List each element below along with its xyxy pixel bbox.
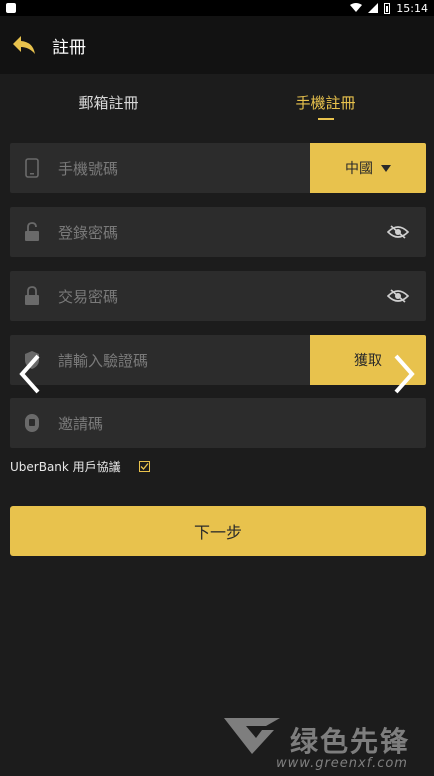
battery-icon [384,2,391,14]
agreement-checkbox[interactable] [138,461,150,472]
back-arrow-icon[interactable] [10,33,38,57]
eye-slash-icon[interactable] [386,286,410,306]
caret-down-icon [381,164,391,172]
app-bar: 註冊 [0,16,434,74]
lock-icon [22,285,42,307]
notification-icon [6,3,16,13]
agreement-row: UberBank 用戶協議 [10,458,150,475]
phone-placeholder: 手機號碼 [58,159,119,178]
phone-icon [22,157,42,179]
status-time: 15:14 [396,1,428,15]
eye-slash-icon[interactable] [386,222,410,242]
invite-icon [22,412,42,434]
status-bar: 15:14 [0,0,434,16]
tab-email-label: 郵箱註冊 [78,93,139,112]
trade-password-placeholder: 交易密碼 [58,287,119,306]
previous-arrow-icon[interactable] [14,352,46,396]
phone-field[interactable]: 手機號碼 中國 [10,143,426,193]
next-arrow-icon[interactable] [388,352,420,396]
check-icon [140,463,149,470]
watermark-brand: 绿色先锋 [290,725,411,758]
login-password-placeholder: 登錄密碼 [58,223,119,242]
login-password-field[interactable]: 登錄密碼 [10,207,426,257]
verification-code-placeholder: 請輸入驗證碼 [58,351,149,370]
unlock-icon [22,221,42,243]
invite-code-field[interactable]: 邀請碼 [10,398,426,448]
watermark-url: www.greenxf.com [276,756,408,771]
verification-code-field[interactable]: 請輸入驗證碼 獲取 [10,335,426,385]
invite-code-placeholder: 邀請碼 [58,414,104,433]
tab-phone-register[interactable]: 手機註冊 [217,74,434,130]
back-arrow-shape [13,36,35,54]
status-left [6,3,16,13]
active-tab-indicator [317,118,334,120]
get-code-label: 獲取 [354,353,382,369]
next-step-button[interactable]: 下一步 [10,506,426,556]
signal-icon [368,3,379,13]
country-label: 中國 [345,161,373,177]
page-title: 註冊 [52,37,86,58]
tab-bar: 郵箱註冊 手機註冊 [0,74,434,130]
trade-password-field[interactable]: 交易密碼 [10,271,426,321]
tab-email-register[interactable]: 郵箱註冊 [0,74,217,130]
tab-phone-label: 手機註冊 [295,93,356,112]
wifi-icon [350,3,363,12]
watermark: 绿色先锋 www.greenxf.com [218,714,430,776]
agreement-link[interactable]: UberBank 用戶協議 [10,458,121,475]
next-step-label: 下一步 [193,523,242,542]
country-select[interactable]: 中國 [310,143,426,193]
watermark-logo-icon [224,718,280,754]
status-right: 15:14 [350,2,428,15]
